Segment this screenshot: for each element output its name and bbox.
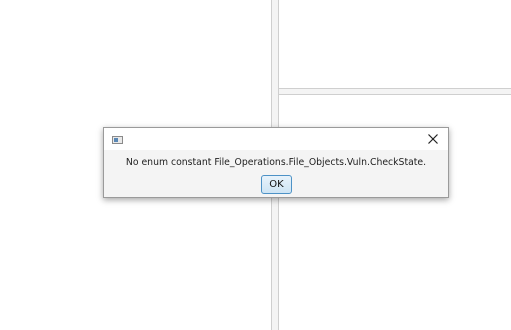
close-icon[interactable] <box>427 133 439 145</box>
java-app-icon <box>112 136 123 144</box>
dialog-message: No enum constant File_Operations.File_Ob… <box>125 157 427 168</box>
dialog-titlebar[interactable] <box>104 128 448 150</box>
ok-button[interactable]: OK <box>261 175 292 194</box>
error-dialog: No enum constant File_Operations.File_Ob… <box>103 127 449 198</box>
split-pane-divider-horizontal[interactable] <box>279 88 511 95</box>
